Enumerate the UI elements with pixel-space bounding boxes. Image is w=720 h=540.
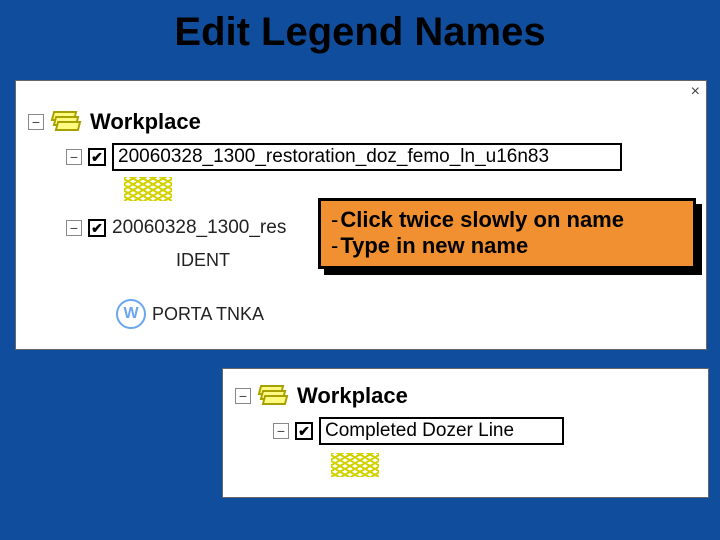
collapse-icon[interactable]: − [235, 388, 251, 404]
layers-icon [50, 111, 84, 133]
layer-symbol-hatch [124, 177, 172, 201]
layer-checkbox[interactable]: ✔ [295, 422, 313, 440]
tree-workplace-row: − Workplace [28, 109, 201, 135]
annotation-label: PORTA TNKA [152, 304, 264, 325]
layer-checkbox[interactable]: ✔ [88, 219, 106, 237]
annotation-icon: W [116, 299, 146, 329]
tree-workplace-row: − Workplace [235, 383, 408, 409]
layers-icon [257, 385, 291, 407]
collapse-icon[interactable]: − [66, 149, 82, 165]
legend-panel-after: − Workplace − ✔ [222, 368, 709, 498]
collapse-icon[interactable]: − [66, 220, 82, 236]
tree-anno-row: W PORTA TNKA [116, 299, 264, 329]
collapse-icon[interactable]: − [273, 423, 289, 439]
callout-line-2: -Type in new name [331, 233, 683, 259]
layer-checkbox[interactable]: ✔ [88, 148, 106, 166]
close-icon[interactable]: × [691, 83, 700, 101]
callout-line-1: -Click twice slowly on name [331, 207, 683, 233]
collapse-icon[interactable]: − [28, 114, 44, 130]
page-title: Edit Legend Names [0, 10, 720, 55]
tree-layer-row: − ✔ 20060328_1300_res [66, 217, 286, 239]
layer-name-label[interactable]: 20060328_1300_res [112, 217, 286, 239]
layer-symbol-hatch [331, 453, 379, 477]
instruction-callout: -Click twice slowly on name -Type in new… [318, 198, 696, 269]
layer-name-input[interactable] [112, 143, 622, 171]
workplace-label: Workplace [90, 109, 201, 135]
workplace-label: Workplace [297, 383, 408, 409]
tree-layer-row: − ✔ [273, 417, 564, 445]
tree-layer-row: − ✔ [66, 143, 622, 171]
ident-label: IDENT [176, 250, 230, 270]
layer-name-input[interactable] [319, 417, 564, 445]
